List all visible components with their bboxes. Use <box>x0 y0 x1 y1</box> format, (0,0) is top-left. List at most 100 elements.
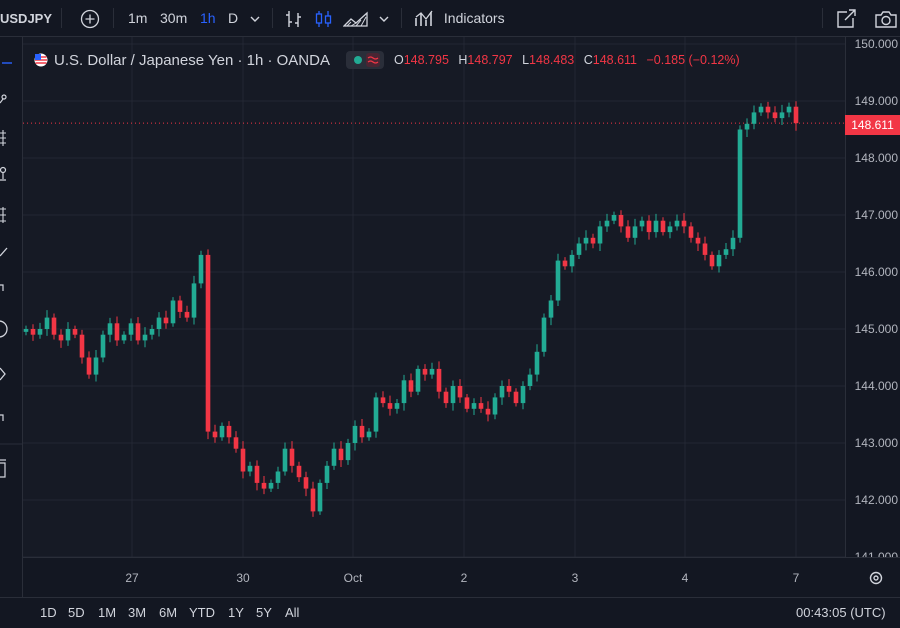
candle-body <box>142 334 148 341</box>
area-style-button[interactable] <box>342 0 369 36</box>
high-value: 148.797 <box>467 53 513 67</box>
symbol-title[interactable]: U.S. Dollar / Japanese Yen · 1h · OANDA <box>54 52 330 69</box>
time-tick-label: Oct <box>344 571 363 585</box>
interval-d[interactable]: D <box>228 0 238 36</box>
candle-body <box>604 220 610 227</box>
settings-gear-icon[interactable] <box>868 570 884 586</box>
candlestick-chart[interactable] <box>23 37 845 558</box>
camera-button[interactable] <box>874 0 898 36</box>
candle-body <box>317 482 323 512</box>
candle-body <box>737 129 743 238</box>
data-wave-icon <box>365 53 380 67</box>
candle-body <box>569 254 575 267</box>
candle-body <box>436 368 442 392</box>
range-ytd[interactable]: YTD <box>189 598 215 625</box>
snapshot-share-button[interactable] <box>836 0 858 36</box>
range-5d[interactable]: 5D <box>68 598 85 625</box>
price-tick-label: 150.000 <box>855 37 899 51</box>
brush-icon[interactable] <box>0 166 7 181</box>
candle-body <box>366 431 372 438</box>
chevron-down-icon <box>379 16 389 23</box>
candle-body <box>422 368 428 375</box>
candle-body <box>93 357 99 375</box>
candle-body <box>492 397 498 415</box>
range-6m[interactable]: 6M <box>159 598 177 625</box>
candle-body <box>723 249 729 255</box>
candle-body <box>79 334 85 358</box>
range-3m[interactable]: 3M <box>128 598 146 625</box>
pencil-icon[interactable] <box>0 247 8 257</box>
candle-body <box>37 329 43 335</box>
fib-icon[interactable] <box>0 130 6 146</box>
range-1y[interactable]: 1Y <box>228 598 244 625</box>
price-tick-label: 147.000 <box>855 208 899 222</box>
interval-30m[interactable]: 30m <box>160 0 187 36</box>
candle-body <box>639 220 645 227</box>
candle-body <box>590 237 596 244</box>
candle-body <box>135 323 141 341</box>
candle-body <box>380 397 386 404</box>
candle-body <box>758 106 764 113</box>
candle-body <box>219 425 225 438</box>
magnet-icon[interactable] <box>0 367 6 381</box>
interval-1h[interactable]: 1h <box>200 0 216 36</box>
candle-style-button[interactable] <box>315 0 333 36</box>
interval-1m[interactable]: 1m <box>128 0 147 36</box>
candle-body <box>121 334 127 341</box>
candle-body <box>226 425 232 438</box>
market-open-dot <box>353 56 362 64</box>
candle-body <box>786 106 792 113</box>
measure-icon[interactable] <box>0 284 4 291</box>
utc-clock[interactable]: 00:43:05 (UTC) <box>796 598 886 625</box>
top-toolbar: USDJPY 1m 30m 1h D Indicators <box>0 0 900 37</box>
candle-body <box>170 300 176 324</box>
market-status-pill[interactable] <box>345 51 384 69</box>
candle-body <box>618 215 624 227</box>
candle-body <box>660 220 666 233</box>
candle-body <box>184 311 190 318</box>
candle-body <box>674 220 680 227</box>
candle-body <box>247 465 253 472</box>
open-label: O <box>393 53 404 67</box>
candle-body <box>772 112 778 119</box>
candle-body <box>191 283 197 318</box>
candle-body <box>499 386 505 398</box>
candle-body <box>527 374 533 386</box>
range-all[interactable]: All <box>285 598 299 625</box>
time-tick-label: 30 <box>236 571 250 585</box>
trendline-icon[interactable] <box>0 94 7 104</box>
add-symbol-button[interactable] <box>80 0 100 36</box>
candle-body <box>156 317 162 329</box>
zoom-icon[interactable] <box>0 320 8 338</box>
lock-icon[interactable] <box>0 414 4 421</box>
range-1m[interactable]: 1M <box>98 598 116 625</box>
candle-body <box>793 106 799 124</box>
chart-pane[interactable] <box>23 37 845 558</box>
interval-dropdown[interactable] <box>249 0 261 36</box>
bar-style-button[interactable] <box>285 0 303 36</box>
symbol-search-button[interactable]: USDJPY <box>0 0 52 36</box>
indicators-button[interactable]: Indicators <box>414 0 505 36</box>
trash-icon[interactable] <box>0 459 6 478</box>
chart-legend: U.S. Dollar / Japanese Yen · 1h · OANDA … <box>34 48 746 72</box>
candle-body <box>541 317 547 352</box>
drawing-toolbar <box>0 37 23 597</box>
candle-body <box>51 317 57 335</box>
candle-body <box>261 482 267 489</box>
candle-body <box>464 397 470 409</box>
price-tick-label: 142.000 <box>855 493 899 507</box>
time-scale[interactable]: 27 30 Oct 2 3 4 7 <box>23 557 900 598</box>
candle-body <box>338 448 344 461</box>
time-tick-label: 4 <box>682 571 689 585</box>
range-5y[interactable]: 5Y <box>256 598 272 625</box>
style-dropdown[interactable] <box>378 0 390 36</box>
time-tick-label: 7 <box>793 571 800 585</box>
candle-body <box>744 123 750 130</box>
range-1d[interactable]: 1D <box>40 598 57 625</box>
candle-body <box>163 317 169 324</box>
open-value: 148.795 <box>403 53 449 67</box>
price-tick-label: 141.000 <box>855 550 899 557</box>
candle-body <box>576 243 582 255</box>
candle-body <box>373 397 379 432</box>
text-tool-icon[interactable] <box>0 207 6 223</box>
